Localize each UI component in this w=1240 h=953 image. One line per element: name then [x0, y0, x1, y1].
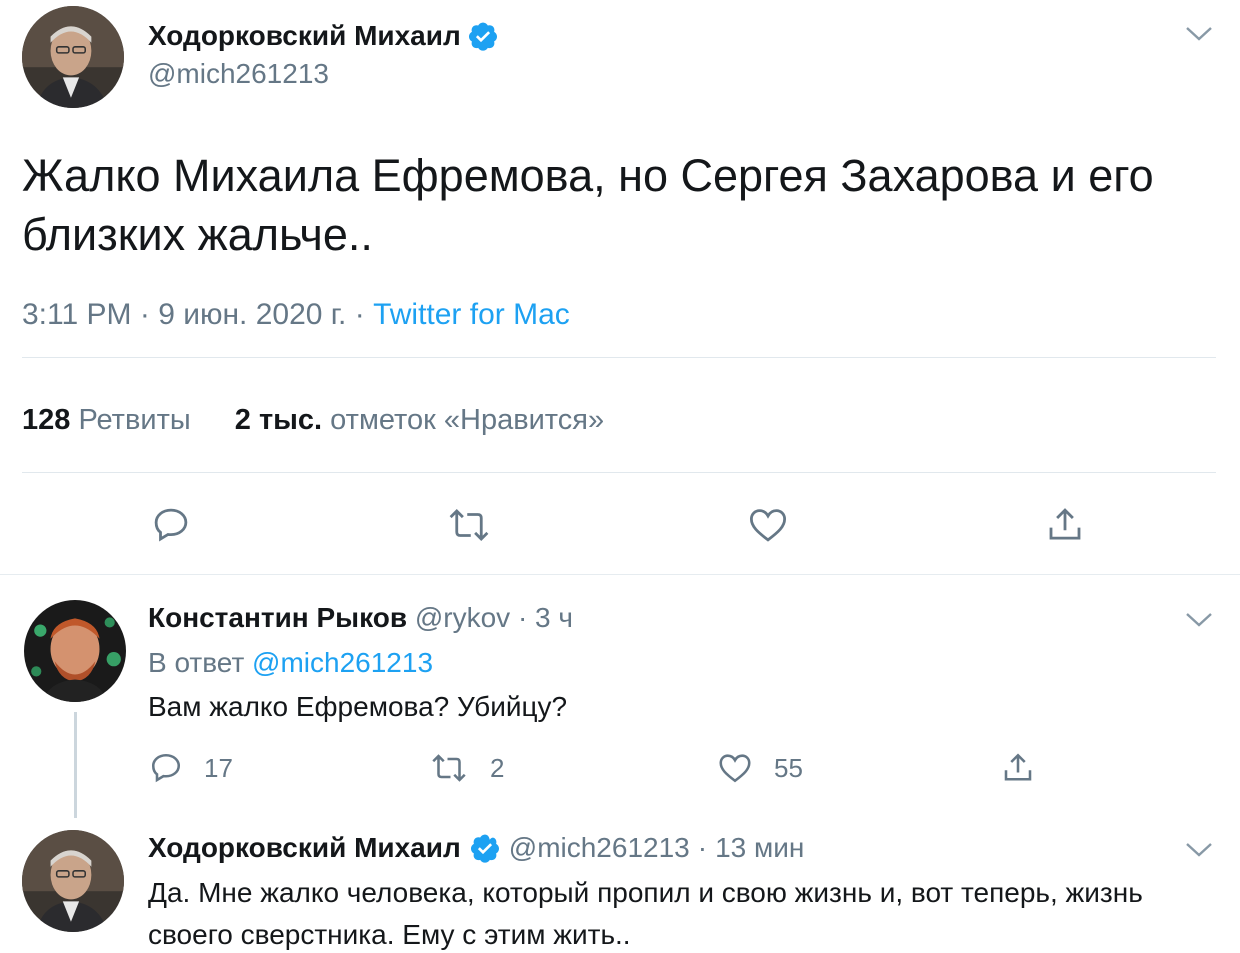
retweet-button[interactable]: 2	[428, 750, 504, 786]
likes-stat[interactable]: 2 тыс. отметок «Нравится»	[235, 404, 604, 436]
tweet-meta: 3:11 PM · 9 июн. 2020 г. · Twitter for M…	[22, 298, 570, 332]
retweets-stat[interactable]: 128 Ретвиты	[22, 404, 199, 436]
reply-icon	[154, 508, 188, 542]
like-icon	[749, 509, 787, 542]
likes-count: 2 тыс.	[234, 404, 323, 436]
reply-author-handle[interactable]: @mich261213	[509, 832, 690, 864]
reply-author-handle[interactable]: @rykov	[415, 602, 510, 633]
author-avatar[interactable]	[22, 6, 124, 108]
retweet-count: 2	[490, 752, 505, 783]
reply-context: В ответ @mich261213	[148, 642, 433, 684]
meta-separator: ·	[697, 832, 708, 863]
divider	[22, 472, 1216, 473]
retweet-icon	[432, 754, 466, 782]
like-button[interactable]: 55	[716, 750, 803, 786]
tweet-stats: 128 Ретвиты 2 тыс. отметок «Нравится»	[22, 404, 640, 437]
reply-time[interactable]: 13 мин	[715, 832, 804, 864]
reply-to-prefix: В ответ	[148, 647, 245, 678]
verified-badge-icon	[469, 832, 501, 864]
chevron-down-icon[interactable]	[1184, 840, 1214, 860]
reply-text: Вам жалко Ефремова? Убийцу?	[148, 691, 568, 722]
tweet-text: Жалко Михаила Ефремова, но Сергея Захаро…	[22, 150, 1154, 260]
meta-separator: ·	[139, 298, 150, 331]
tweet-time[interactable]: 3:11 PM	[22, 298, 132, 331]
chevron-down-icon[interactable]	[1184, 610, 1214, 630]
retweets-label: Ретвиты	[78, 404, 191, 436]
chevron-down-icon[interactable]	[1184, 24, 1214, 44]
tweet-source[interactable]: Twitter for Mac	[373, 298, 570, 331]
tweet-header: Ходорковский Михаил @mich261213	[148, 16, 499, 90]
like-count: 55	[774, 752, 803, 783]
reply-author-avatar[interactable]	[22, 830, 124, 932]
retweet-icon	[449, 509, 489, 541]
likes-label: отметок «Нравится»	[330, 404, 605, 436]
reply-author-name[interactable]: Ходорковский Михаил	[148, 832, 461, 864]
like-button[interactable]	[746, 504, 790, 546]
share-icon	[1049, 508, 1081, 540]
reply-count: 17	[204, 752, 233, 783]
section-separator	[0, 574, 1240, 575]
verified-badge-icon	[467, 20, 499, 52]
author-handle[interactable]: @mich261213	[148, 58, 499, 90]
meta-separator: ·	[354, 298, 365, 331]
retweets-count: 128	[22, 404, 71, 436]
retweet-button[interactable]	[446, 504, 492, 546]
share-button[interactable]	[1000, 750, 1036, 786]
author-name[interactable]: Ходорковский Михаил	[148, 20, 461, 52]
thread-line	[74, 712, 77, 818]
reply-author-name[interactable]: Константин Рыков	[148, 602, 407, 633]
tweet-date[interactable]: 9 июн. 2020 г.	[158, 298, 346, 331]
divider	[22, 357, 1216, 358]
reply-time[interactable]: 3 ч	[535, 602, 573, 633]
reply-to-handle[interactable]: @mich261213	[252, 647, 433, 678]
like-icon	[719, 754, 751, 783]
reply-header: Ходорковский Михаил @mich261213 · 13 мин	[148, 832, 804, 864]
share-icon	[1004, 753, 1032, 781]
share-button[interactable]	[1044, 504, 1086, 546]
meta-separator: ·	[517, 602, 528, 633]
reply-header: Константин Рыков @rykov · 3 ч	[148, 602, 573, 634]
reply-text: Да. Мне жалко человека, который пропил и…	[148, 877, 1143, 950]
reply-button[interactable]	[150, 504, 192, 546]
reply-button[interactable]: 17	[148, 750, 233, 786]
reply-author-avatar[interactable]	[24, 600, 126, 702]
reply-icon	[151, 753, 181, 783]
